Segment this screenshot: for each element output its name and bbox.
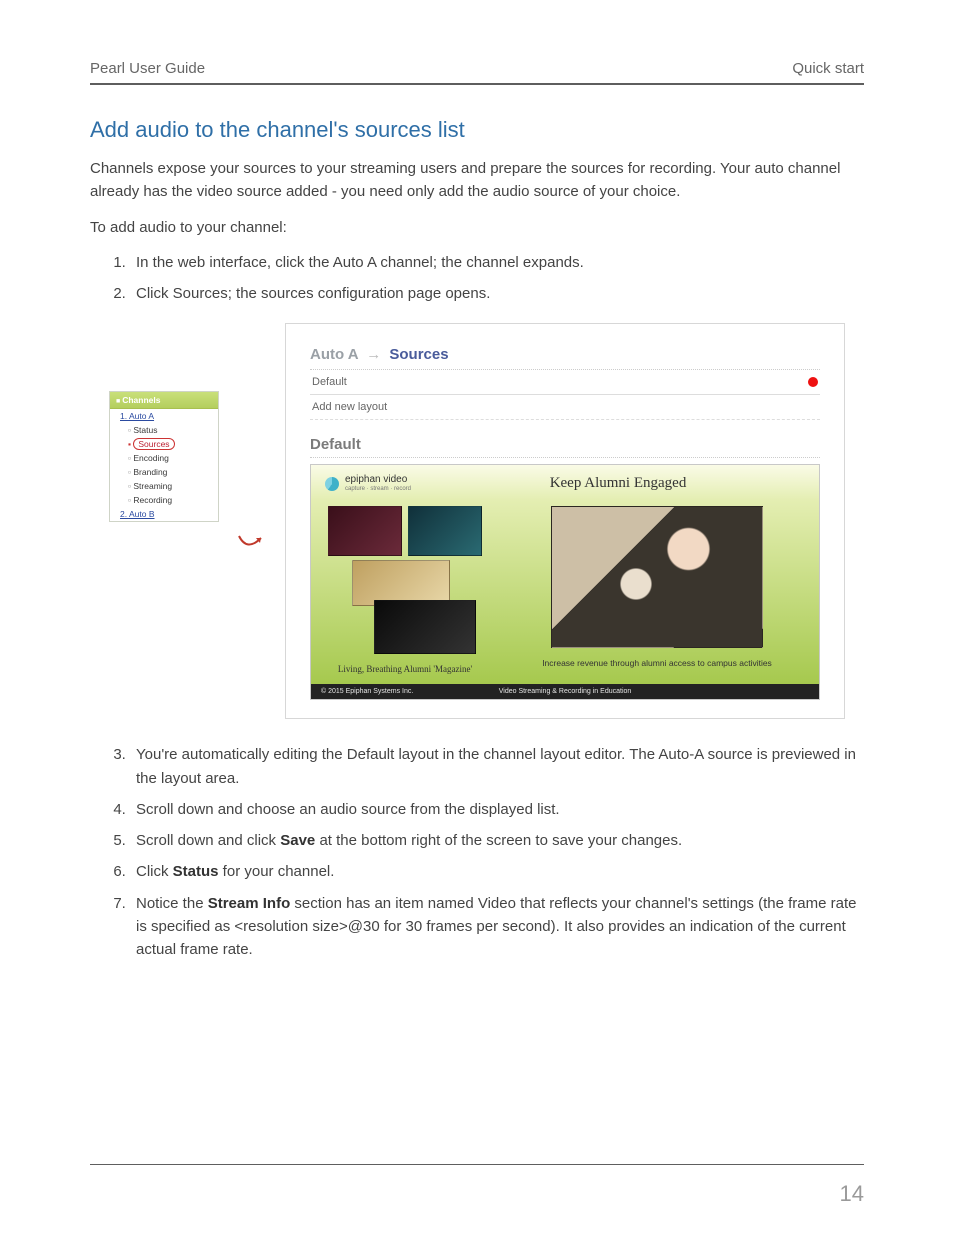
header-left: Pearl User Guide xyxy=(90,60,205,77)
brand: epiphan video capture · stream · record xyxy=(325,475,411,492)
crumb-current: Sources xyxy=(389,346,448,363)
brand-tagline: capture · stream · record xyxy=(345,486,411,492)
default-section-label: Default xyxy=(310,436,820,458)
slide-preview: epiphan video capture · stream · record … xyxy=(310,464,820,700)
step-2: Click Sources; the sources configuration… xyxy=(130,282,864,305)
steps-list-b: You're automatically editing the Default… xyxy=(90,743,864,961)
footer-rule xyxy=(90,1164,864,1165)
footer-left: © 2015 Epiphan Systems Inc. xyxy=(321,688,413,695)
sidebar-sub-branding: Branding xyxy=(110,465,218,479)
layout-row-default: Default xyxy=(310,370,820,395)
layout-row-add: Add new layout xyxy=(310,395,820,420)
figure: Channels 1. Auto A Status Sources Encodi… xyxy=(90,323,864,719)
step-6: Click Status for your channel. xyxy=(130,860,864,883)
sidebar-sub-status: Status xyxy=(110,423,218,437)
sidebar-item-auto-a: 1. Auto A xyxy=(110,409,218,423)
page-number: 14 xyxy=(840,1181,864,1207)
slide-footer: © 2015 Epiphan Systems Inc. Video Stream… xyxy=(311,684,819,699)
sidebar-sub-sources: Sources xyxy=(110,437,218,451)
record-indicator-icon xyxy=(808,377,818,387)
arrow-right-icon: → xyxy=(366,346,381,363)
sidebar-sub-encoding: Encoding xyxy=(110,451,218,465)
brand-logo-icon xyxy=(325,477,339,491)
crumb-channel: Auto A xyxy=(310,346,358,363)
brand-name: epiphan video xyxy=(345,474,407,485)
hero-image xyxy=(551,506,763,648)
breadcrumb: Auto A → Sources xyxy=(310,346,820,370)
step-7: Notice the Stream Info section has an it… xyxy=(130,892,864,962)
arrow-icon xyxy=(237,532,267,559)
footer-mid: Video Streaming & Recording in Education xyxy=(499,688,632,695)
step-3: You're automatically editing the Default… xyxy=(130,743,864,790)
step-4: Scroll down and choose an audio source f… xyxy=(130,798,864,821)
thumb-icon xyxy=(328,506,402,556)
collage-caption: Living, Breathing Alumni 'Magazine' xyxy=(338,664,472,674)
lead-in: To add audio to your channel: xyxy=(90,216,864,239)
slide-title: Keep Alumni Engaged xyxy=(431,475,805,492)
step-5: Scroll down and click Save at the bottom… xyxy=(130,829,864,852)
sidebar-mock: Channels 1. Auto A Status Sources Encodi… xyxy=(109,391,219,522)
hero-caption: Increase revenue through alumni access t… xyxy=(542,658,772,668)
step-1: In the web interface, click the Auto A c… xyxy=(130,251,864,274)
header-right: Quick start xyxy=(792,60,864,77)
thumb-icon xyxy=(374,600,476,654)
sidebar-sub-recording: Recording xyxy=(110,493,218,507)
sidebar-sub-streaming: Streaming xyxy=(110,479,218,493)
intro-paragraph: Channels expose your sources to your str… xyxy=(90,157,864,204)
sources-panel: Auto A → Sources Default Add new layout … xyxy=(285,323,845,719)
thumb-icon xyxy=(408,506,482,556)
steps-list-a: In the web interface, click the Auto A c… xyxy=(90,251,864,306)
section-title: Add audio to the channel's sources list xyxy=(90,117,864,143)
collage: Living, Breathing Alumni 'Magazine' xyxy=(325,506,485,674)
running-header: Pearl User Guide Quick start xyxy=(90,60,864,85)
sidebar-item-auto-b: 2. Auto B xyxy=(110,507,218,521)
sidebar-header: Channels xyxy=(110,392,218,409)
